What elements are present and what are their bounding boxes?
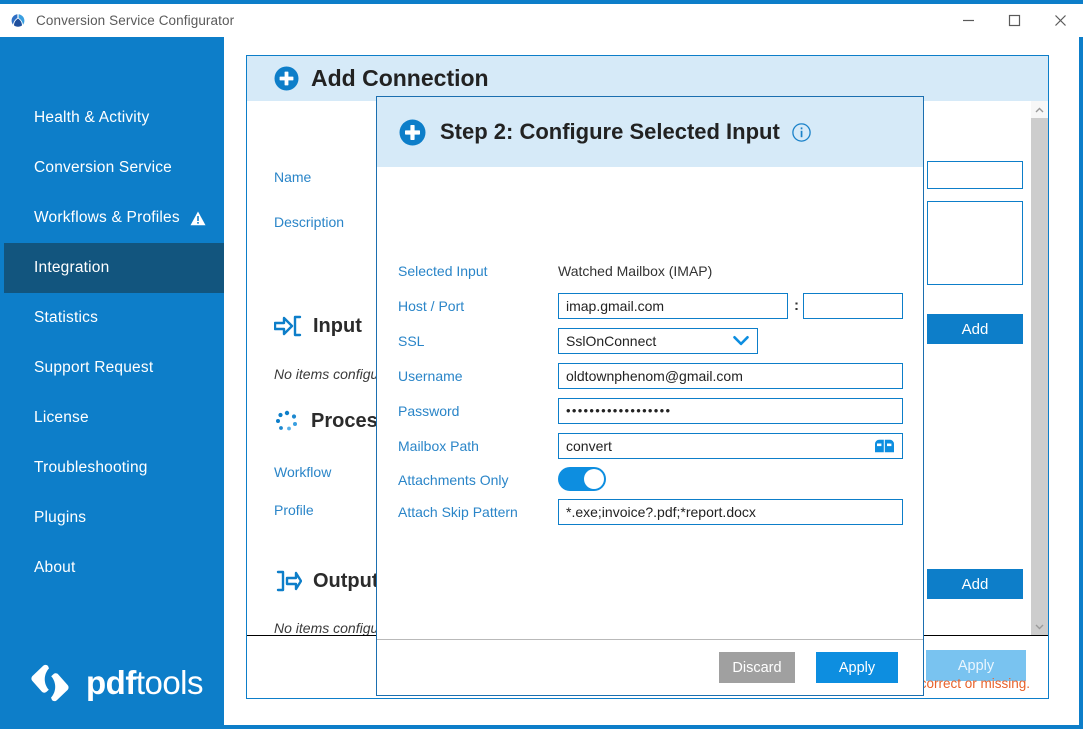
dialog-header: Step 2: Configure Selected Input [377,97,923,167]
add-connection-title: Add Connection [311,65,489,91]
sidebar-nav: Health & Activity Conversion Service Wor… [4,37,224,593]
processing-spinner-icon [274,409,300,433]
row-selected-input: Selected Input Watched Mailbox (IMAP) [377,258,923,293]
window-controls [945,4,1083,37]
name-field[interactable] [927,161,1023,189]
add-circle-icon [274,66,299,91]
dialog-discard-button[interactable]: Discard [719,652,795,683]
sidebar-item-plugins[interactable]: Plugins [4,493,224,543]
sidebar-item-about[interactable]: About [4,543,224,593]
title-bar: Conversion Service Configurator [0,4,1083,37]
brand-logo: pdftools [4,659,224,707]
sidebar-item-label: Support Request [34,359,154,376]
pdftools-app-icon [10,13,26,29]
sidebar-item-support-request[interactable]: Support Request [4,343,224,393]
chevron-down-icon [733,336,749,347]
ssl-label: SSL [398,333,425,349]
sidebar-item-label: About [34,559,76,576]
brand-wordmark-bold: pdf [86,664,136,701]
dialog-body: Selected Input Watched Mailbox (IMAP) Ho… [377,167,923,640]
workflow-label: Workflow [274,464,332,480]
row-host-port: Host / Port imap.gmail.com : [377,293,923,328]
port-input[interactable] [803,293,903,319]
configure-input-dialog: Step 2: Configure Selected Input Selecte… [376,96,924,696]
ssl-select[interactable]: SslOnConnect [558,328,758,354]
brand-wordmark-light: tools [135,664,204,701]
pdftools-logo-icon [26,659,74,707]
dialog-footer: Discard Apply [377,639,923,695]
mailbox-icon[interactable] [874,439,895,454]
dialog-apply-button[interactable]: Apply [816,652,898,683]
sidebar-item-license[interactable]: License [4,393,224,443]
sidebar-item-label: Workflows & Profiles [34,209,180,226]
input-section-label: Input [313,314,362,337]
add-circle-icon [399,119,426,146]
password-label: Password [398,403,460,419]
row-attach-skip-pattern: Attach Skip Pattern *.exe;invoice?.pdf;*… [377,499,923,534]
attachments-only-toggle[interactable] [558,467,606,491]
sidebar-item-label: Conversion Service [34,159,172,176]
attach-skip-pattern-input[interactable]: *.exe;invoice?.pdf;*report.docx [558,499,903,525]
minimize-icon[interactable] [945,4,991,37]
attachments-only-label: Attachments Only [398,472,509,488]
output-section-label: Output [313,569,379,592]
mailbox-path-label: Mailbox Path [398,438,479,454]
info-icon[interactable] [792,122,811,142]
sidebar-item-workflows-profiles[interactable]: Workflows & Profiles [4,193,224,243]
application-window: Conversion Service Configurator Health &… [0,0,1083,729]
profile-label: Profile [274,502,314,518]
sidebar-item-label: Integration [34,259,110,276]
scrollbar-thumb[interactable] [1031,118,1048,639]
sidebar-item-label: Plugins [34,509,87,526]
sidebar-item-label: License [34,409,89,426]
warning-triangle-icon [190,211,206,226]
description-field[interactable] [927,201,1023,285]
username-input[interactable]: oldtownphenom@gmail.com [558,363,903,389]
output-arrow-icon [274,569,302,593]
maximize-icon[interactable] [991,4,1037,37]
sidebar-item-health-activity[interactable]: Health & Activity [4,93,224,143]
sidebar-item-label: Troubleshooting [34,459,148,476]
row-ssl: SSL SslOnConnect [377,328,923,363]
sidebar-item-integration[interactable]: Integration [4,243,224,293]
mailbox-path-value: convert [566,438,612,454]
brand-wordmark: pdftools [86,664,204,702]
host-input[interactable]: imap.gmail.com [558,293,788,319]
sidebar-item-statistics[interactable]: Statistics [4,293,224,343]
description-label: Description [274,214,345,230]
input-add-button[interactable]: Add [927,314,1023,344]
output-add-button[interactable]: Add [927,569,1023,599]
sidebar-item-conversion-service[interactable]: Conversion Service [4,143,224,193]
validation-error-text: incorrect or missing. [909,676,1030,691]
chevron-down-icon[interactable] [1031,618,1048,635]
sidebar-item-label: Health & Activity [34,109,150,126]
name-label: Name [274,169,312,185]
host-port-separator: : [794,297,799,314]
window-title: Conversion Service Configurator [36,13,235,28]
sidebar: Health & Activity Conversion Service Wor… [4,37,224,725]
sidebar-item-label: Statistics [34,309,99,326]
attach-skip-pattern-label: Attach Skip Pattern [398,504,518,520]
chevron-up-icon[interactable] [1031,101,1048,118]
row-password: Password •••••••••••••••••• [377,398,923,433]
selected-input-label: Selected Input [398,263,488,279]
add-connection-header: Add Connection [247,56,1048,101]
close-icon[interactable] [1037,4,1083,37]
password-input[interactable]: •••••••••••••••••• [558,398,903,424]
username-label: Username [398,368,463,384]
output-section-title: Output [274,569,379,593]
sidebar-item-troubleshooting[interactable]: Troubleshooting [4,443,224,493]
toggle-knob [584,469,604,489]
host-port-label: Host / Port [398,298,465,314]
dialog-title: Step 2: Configure Selected Input [440,119,780,144]
ssl-selected-value: SslOnConnect [566,333,657,349]
pane-scrollbar[interactable] [1031,101,1048,639]
mailbox-path-input[interactable]: convert [558,433,903,459]
selected-input-value: Watched Mailbox (IMAP) [558,263,713,279]
row-attachments-only: Attachments Only [377,467,923,502]
input-section-title: Input [274,314,362,338]
input-arrow-icon [274,314,302,338]
row-username: Username oldtownphenom@gmail.com [377,363,923,398]
row-mailbox-path: Mailbox Path convert [377,433,923,468]
